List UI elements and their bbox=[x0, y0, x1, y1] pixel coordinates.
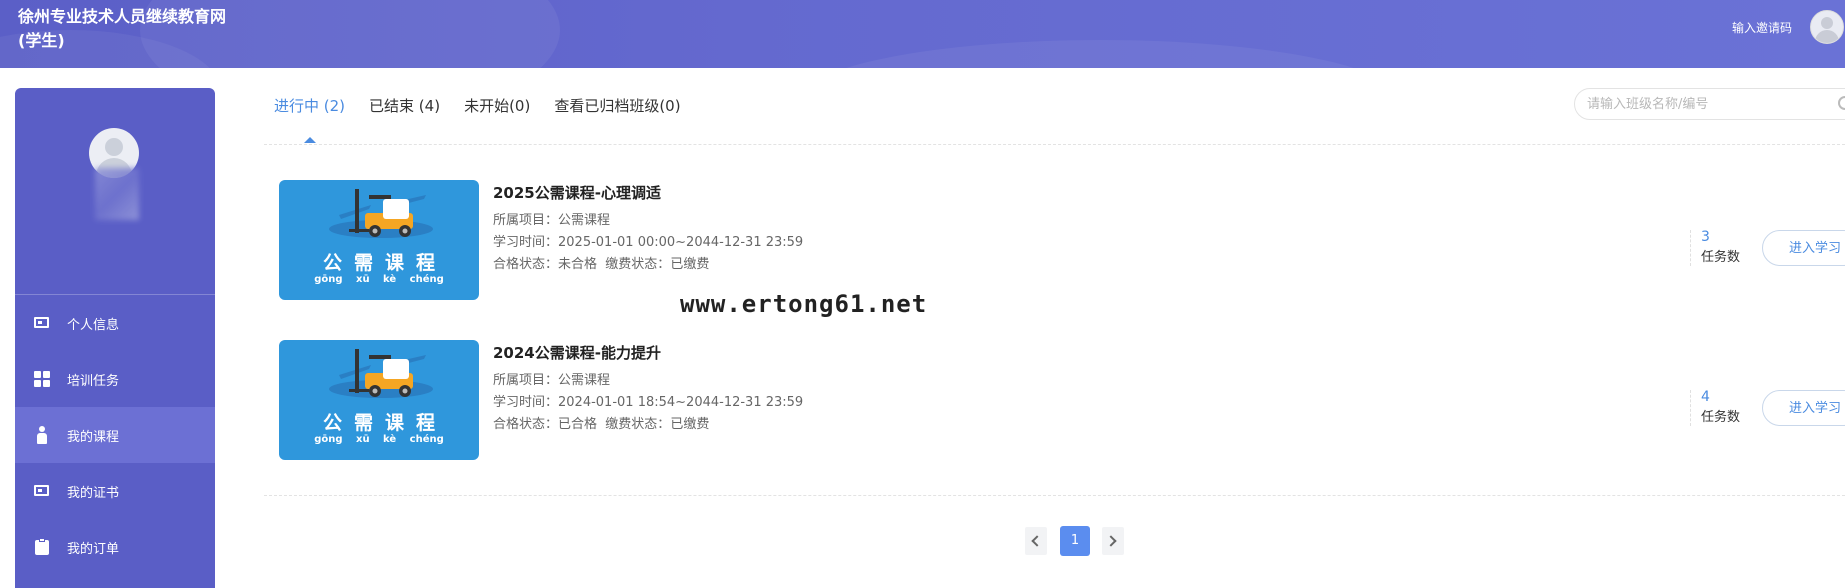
status-value: 已合格 bbox=[558, 417, 598, 432]
course-project: 所属项目：公需课程 bbox=[493, 209, 610, 228]
pay-label: 缴费状态： bbox=[605, 417, 671, 432]
project-label: 所属项目： bbox=[493, 213, 559, 228]
blurred-username bbox=[95, 168, 139, 220]
status-label: 合格状态： bbox=[493, 257, 559, 272]
sidebar-item-label: 我的课程 bbox=[67, 429, 120, 445]
user-avatar[interactable] bbox=[1810, 10, 1844, 44]
pay-value: 已缴费 bbox=[670, 257, 710, 272]
time-label: 学习时间： bbox=[493, 235, 559, 250]
sidebar-item-my-courses[interactable]: 我的课程 bbox=[15, 407, 215, 463]
course-status: 合格状态：未合格 缴费状态：已缴费 bbox=[493, 253, 709, 272]
thumbnail-title: 公需课程 bbox=[322, 252, 447, 274]
enter-study-button[interactable]: 进入学习 bbox=[1762, 390, 1845, 426]
thumbnail-title: 公需课程 bbox=[322, 412, 447, 434]
course-status-tabs: 进行中 (2) 已结束 (4) 未开始(0) 查看已归档班级(0) bbox=[274, 95, 705, 116]
sidebar-item-label: 我的证书 bbox=[67, 485, 120, 501]
active-tab-indicator bbox=[304, 137, 316, 143]
thumbnail-pinyin: gōng xū kè chéng bbox=[314, 434, 444, 445]
sidebar-item-label: 培训任务 bbox=[67, 373, 120, 389]
person-icon bbox=[33, 426, 51, 444]
thumbnail-pinyin: gōng xū kè chéng bbox=[314, 274, 444, 285]
list-divider bbox=[264, 495, 1845, 496]
time-value: 2024-01-01 18:54~2044-12-31 23:59 bbox=[558, 395, 804, 410]
header-decoration bbox=[800, 40, 1400, 68]
watermark-text: www.ertong61.net bbox=[680, 290, 928, 318]
course-thumbnail[interactable]: 公需课程 gōng xū kè chéng bbox=[279, 180, 479, 300]
sidebar-item-label: 个人信息 bbox=[67, 317, 120, 333]
avatar-head-icon bbox=[1821, 17, 1833, 29]
tab-archived-classes[interactable]: 查看已归档班级(0) bbox=[554, 95, 680, 116]
forklift-icon bbox=[329, 349, 433, 398]
course-title[interactable]: 2024公需课程-能力提升 bbox=[493, 342, 661, 363]
page-number-current[interactable]: 1 bbox=[1060, 526, 1090, 556]
tab-ended[interactable]: 已结束 (4) bbox=[369, 95, 440, 116]
sidebar: 个人信息 培训任务 我的课程 我的证书 我的订单 bbox=[15, 88, 215, 588]
pay-label: 缴费状态： bbox=[605, 257, 671, 272]
task-count-label: 任务数 bbox=[1701, 410, 1741, 425]
course-study-time: 学习时间：2024-01-01 18:54~2044-12-31 23:59 bbox=[493, 391, 803, 410]
course-project: 所属项目：公需课程 bbox=[493, 369, 610, 388]
course-study-time: 学习时间：2025-01-01 00:00~2044-12-31 23:59 bbox=[493, 231, 803, 250]
grid-icon bbox=[33, 370, 51, 388]
sidebar-item-my-orders[interactable]: 我的订单 bbox=[15, 519, 215, 575]
tab-in-progress[interactable]: 进行中 (2) bbox=[274, 95, 345, 116]
status-label: 合格状态： bbox=[493, 417, 559, 432]
course-divider bbox=[1690, 390, 1691, 426]
task-count-label: 任务数 bbox=[1701, 250, 1741, 265]
project-value: 公需课程 bbox=[558, 213, 611, 228]
course-card: 公需课程 gōng xū kè chéng 2025公需课程-心理调适 所属项目… bbox=[279, 180, 1845, 300]
sidebar-item-personal-info[interactable]: 个人信息 bbox=[15, 295, 215, 351]
course-status: 合格状态：已合格 缴费状态：已缴费 bbox=[493, 413, 709, 432]
task-count: 3 bbox=[1701, 229, 1710, 245]
tabs-divider bbox=[264, 144, 1845, 145]
class-search-input[interactable] bbox=[1574, 88, 1845, 120]
certificate-icon bbox=[33, 482, 51, 500]
forklift-icon bbox=[329, 189, 433, 238]
course-title[interactable]: 2025公需课程-心理调适 bbox=[493, 182, 661, 203]
project-label: 所属项目： bbox=[493, 373, 559, 388]
course-card: 公需课程 gōng xū kè chéng 2024公需课程-能力提升 所属项目… bbox=[279, 340, 1845, 460]
project-value: 公需课程 bbox=[558, 373, 611, 388]
sidebar-item-training-tasks[interactable]: 培训任务 bbox=[15, 351, 215, 407]
prev-page-chevron-icon[interactable] bbox=[1025, 527, 1047, 555]
sidebar-menu: 个人信息 培训任务 我的课程 我的证书 我的订单 bbox=[15, 295, 215, 575]
site-title: 徐州专业技术人员继续教育网(学生) bbox=[18, 7, 227, 50]
status-value: 未合格 bbox=[558, 257, 598, 272]
time-value: 2025-01-01 00:00~2044-12-31 23:59 bbox=[558, 235, 804, 250]
clipboard-icon bbox=[33, 538, 51, 556]
next-page-chevron-icon[interactable] bbox=[1102, 527, 1124, 555]
course-thumbnail[interactable]: 公需课程 gōng xū kè chéng bbox=[279, 340, 479, 460]
tab-not-started[interactable]: 未开始(0) bbox=[464, 95, 530, 116]
avatar-body-icon bbox=[1815, 30, 1839, 43]
sidebar-item-label: 我的订单 bbox=[67, 541, 120, 557]
invite-code-link[interactable]: 输入邀请码 bbox=[1732, 19, 1792, 36]
id-card-icon bbox=[33, 314, 51, 332]
search-icon[interactable] bbox=[1838, 96, 1845, 110]
sidebar-item-my-certificates[interactable]: 我的证书 bbox=[15, 463, 215, 519]
avatar-head-icon bbox=[105, 138, 123, 156]
time-label: 学习时间： bbox=[493, 395, 559, 410]
course-divider bbox=[1690, 230, 1691, 266]
task-count: 4 bbox=[1701, 389, 1710, 405]
pay-value: 已缴费 bbox=[670, 417, 710, 432]
enter-study-button[interactable]: 进入学习 bbox=[1762, 230, 1845, 266]
top-header: 徐州专业技术人员继续教育网(学生) 输入邀请码 bbox=[0, 0, 1845, 68]
